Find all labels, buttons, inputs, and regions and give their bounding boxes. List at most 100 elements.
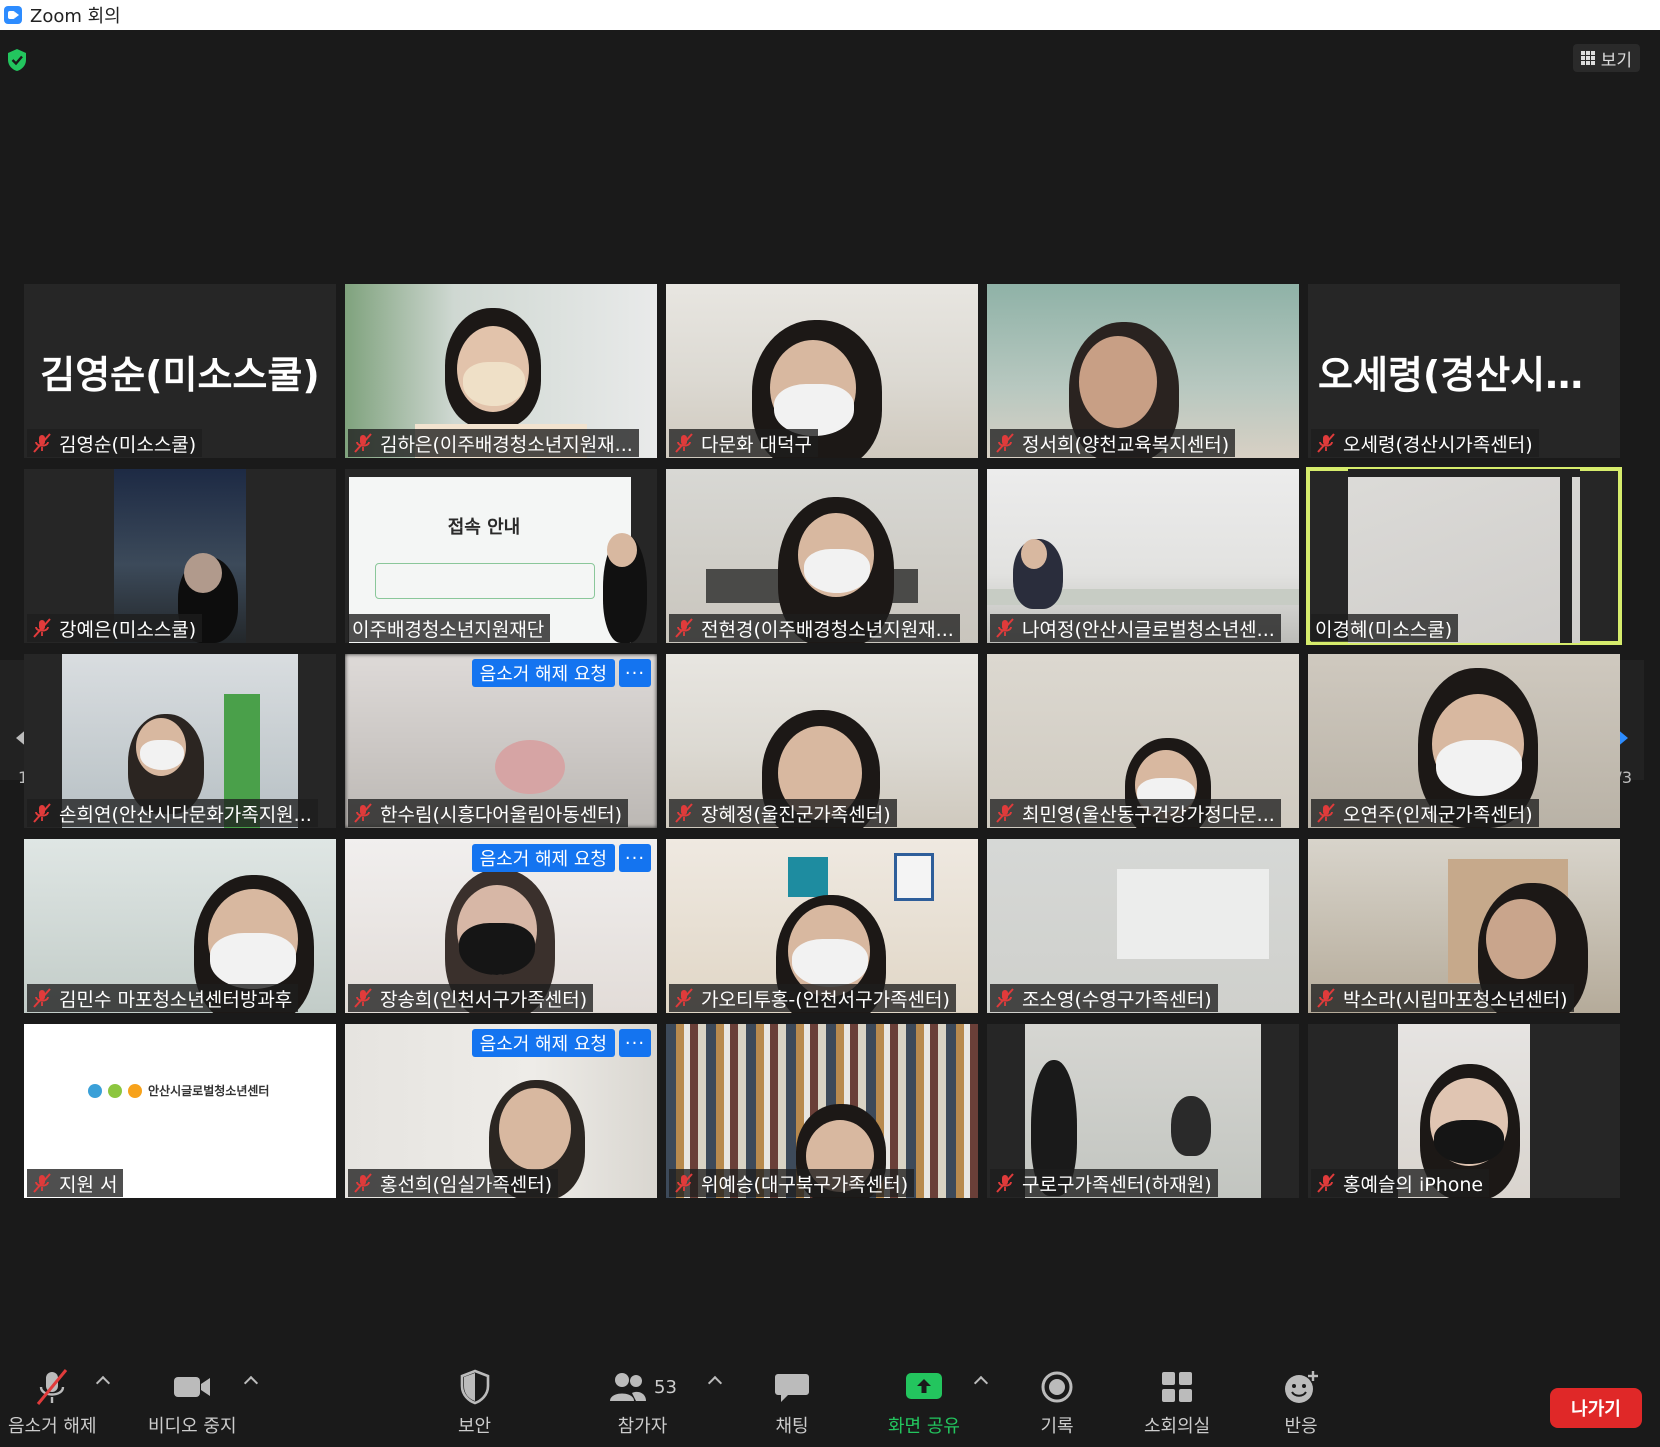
participant-name-tag: 김영순(미소스쿨) — [27, 429, 203, 457]
mic-muted-icon — [1317, 1173, 1335, 1193]
participant-name-tag: 전현경(이주배경청소년지원재... — [669, 614, 960, 642]
record-icon — [1041, 1371, 1073, 1403]
unmute-request-button[interactable]: 음소거 해제 요청 — [471, 659, 615, 687]
mic-muted-icon — [675, 433, 693, 453]
mic-muted-icon — [33, 433, 51, 453]
video-tile[interactable]: 접속 안내 이주배경청소년지원재단 — [345, 469, 657, 643]
video-tile[interactable]: 조소영(수영구가족센터) — [987, 839, 1299, 1013]
video-tile[interactable]: 최민영(울산동구건강가정다문... — [987, 654, 1299, 828]
emoji-reaction-icon — [1285, 1371, 1318, 1403]
chat-button[interactable]: 채팅 — [774, 1368, 810, 1438]
chat-bubble-icon — [775, 1374, 809, 1402]
participant-name-tag: 장송희(인천서구가족센터) — [348, 984, 594, 1012]
participant-name-tag: 최민영(울산동구건강가정다문... — [990, 799, 1281, 827]
mic-muted-icon — [675, 803, 693, 823]
participant-name: 전현경(이주배경청소년지원재... — [701, 618, 954, 641]
unmute-request-button[interactable]: 음소거 해제 요청 — [471, 844, 615, 872]
participant-name-tag: 조소영(수영구가족센터) — [990, 984, 1218, 1012]
video-tile[interactable]: 박소라(시립마포청소년센터) — [1308, 839, 1620, 1013]
video-tile[interactable]: 김하은(이주배경청소년지원재... — [345, 284, 657, 458]
breakout-rooms-label: 소회의실 — [1144, 1416, 1211, 1437]
participant-name-tag: 장혜정(울진군가족센터) — [669, 799, 897, 827]
window-title: Zoom 회의 — [30, 6, 121, 27]
video-tile[interactable]: 장혜정(울진군가족센터) — [666, 654, 978, 828]
audio-options-caret-icon[interactable] — [95, 1375, 111, 1391]
breakout-rooms-button[interactable]: 소회의실 — [1144, 1368, 1210, 1438]
video-tile[interactable]: 음소거 해제 요청 ··· 장송희(인천서구가족센터) — [345, 839, 657, 1013]
encryption-shield-icon[interactable] — [6, 48, 28, 72]
video-tile[interactable]: 김민수 마포청소년센터방과후 — [24, 839, 336, 1013]
participant-name: 장송희(인천서구가족센터) — [380, 988, 588, 1011]
video-tile[interactable]: 다문화 대덕구 — [666, 284, 978, 458]
security-button[interactable]: 보안 — [458, 1368, 491, 1438]
participants-icon — [610, 1373, 646, 1401]
participants-button[interactable]: 53 참가자 — [608, 1368, 677, 1438]
record-button[interactable]: 기록 — [1040, 1368, 1074, 1438]
video-camera-icon — [174, 1377, 211, 1397]
unmute-label: 음소거 해제 — [8, 1416, 97, 1437]
video-tile[interactable]: 홍예슬의 iPhone — [1308, 1024, 1620, 1198]
share-options-caret-icon[interactable] — [973, 1375, 989, 1391]
video-tile[interactable]: 위예승(대구북구가족센터) — [666, 1024, 978, 1198]
stop-video-button[interactable]: 비디오 중지 — [148, 1368, 237, 1438]
mic-muted-icon — [354, 803, 372, 823]
video-tile-active-speaker[interactable]: 이경혜(미소스쿨) — [1306, 467, 1622, 645]
shared-screen-title: 접속 안내 — [447, 517, 521, 538]
participants-options-caret-icon[interactable] — [707, 1375, 723, 1391]
unmute-request-button[interactable]: 음소거 해제 요청 — [471, 1029, 615, 1057]
mic-off-icon — [37, 1369, 68, 1405]
leave-meeting-button[interactable]: 나가기 — [1550, 1388, 1642, 1428]
unmute-button[interactable]: 음소거 해제 — [8, 1368, 97, 1438]
participant-name-tag: 오세령(경산시가족센터) — [1311, 429, 1539, 457]
stop-video-label: 비디오 중지 — [148, 1416, 237, 1437]
mic-muted-icon — [675, 1173, 693, 1193]
video-tile[interactable]: 음소거 해제 요청 ··· 한수림(시흥다어울림아동센터) — [345, 654, 657, 828]
video-tile[interactable]: 나여정(안산시글로벌청소년센... — [987, 469, 1299, 643]
mic-muted-icon — [33, 1173, 51, 1193]
participant-name-tag: 김하은(이주배경청소년지원재... — [348, 429, 639, 457]
participant-name: 가오티투홍-(인천서구가족센터) — [701, 988, 950, 1011]
org-logo: 안산시글로벌청소년센터 — [88, 1082, 269, 1099]
participant-name-tag: 박소라(시립마포청소년센터) — [1311, 984, 1574, 1012]
participant-name-tag: 강예은(미소스쿨) — [27, 614, 203, 642]
participant-big-name: 김영순(미소스쿨) — [40, 353, 320, 397]
video-tile[interactable]: 안산시글로벌청소년센터 지원 서 — [24, 1024, 336, 1198]
video-tile[interactable]: 김영순(미소스쿨) 김영순(미소스쿨) — [24, 284, 336, 458]
video-tile[interactable]: 오세령(경산시가... 오세령(경산시가족센터) — [1308, 284, 1620, 458]
video-options-caret-icon[interactable] — [243, 1375, 259, 1391]
mic-muted-icon — [1317, 803, 1335, 823]
reactions-label: 반응 — [1284, 1416, 1318, 1437]
participant-name-tag: 오연주(인제군가족센터) — [1311, 799, 1539, 827]
more-options-button[interactable]: ··· — [619, 659, 651, 687]
mic-muted-icon — [996, 988, 1014, 1008]
more-options-button[interactable]: ··· — [619, 1029, 651, 1057]
participant-name: 김영순(미소스쿨) — [59, 433, 197, 456]
participant-name: 박소라(시립마포청소년센터) — [1343, 988, 1568, 1011]
video-tile[interactable]: 전현경(이주배경청소년지원재... — [666, 469, 978, 643]
participant-name: 구로구가족센터(하재원) — [1022, 1173, 1212, 1196]
video-tile[interactable]: 오연주(인제군가족센터) — [1308, 654, 1620, 828]
mic-muted-icon — [675, 618, 693, 638]
participant-name: 이경혜(미소스쿨) — [1315, 618, 1453, 641]
view-button[interactable]: 보기 — [1572, 44, 1640, 72]
more-options-button[interactable]: ··· — [619, 844, 651, 872]
participant-name-tag: 김민수 마포청소년센터방과후 — [27, 984, 299, 1012]
video-tile[interactable]: 손희연(안산시다문화가족지원... — [24, 654, 336, 828]
video-tile[interactable]: 음소거 해제 요청 ··· 홍선희(임실가족센터) — [345, 1024, 657, 1198]
video-tile[interactable]: 강예은(미소스쿨) — [24, 469, 336, 643]
share-screen-label: 화면 공유 — [888, 1416, 960, 1437]
zoom-app-icon — [4, 6, 22, 24]
reactions-button[interactable]: 반응 — [1282, 1368, 1320, 1438]
org-logo-text: 안산시글로벌청소년센터 — [148, 1084, 270, 1098]
participant-name: 지원 서 — [59, 1173, 118, 1196]
share-screen-button[interactable]: 화면 공유 — [888, 1368, 960, 1438]
video-tile[interactable]: 가오티투홍-(인천서구가족센터) — [666, 839, 978, 1013]
video-tile[interactable]: 구로구가족센터(하재원) — [987, 1024, 1299, 1198]
video-tile[interactable]: 정서희(양천교육복지센터) — [987, 284, 1299, 458]
title-bar: Zoom 회의 — [0, 0, 1660, 30]
participant-name: 위예승(대구북구가족센터) — [701, 1173, 909, 1196]
mic-muted-icon — [996, 433, 1014, 453]
mic-muted-icon — [33, 618, 51, 638]
participant-name-tag: 가오티투홍-(인천서구가족센터) — [669, 984, 956, 1012]
participant-name: 조소영(수영구가족센터) — [1022, 988, 1212, 1011]
